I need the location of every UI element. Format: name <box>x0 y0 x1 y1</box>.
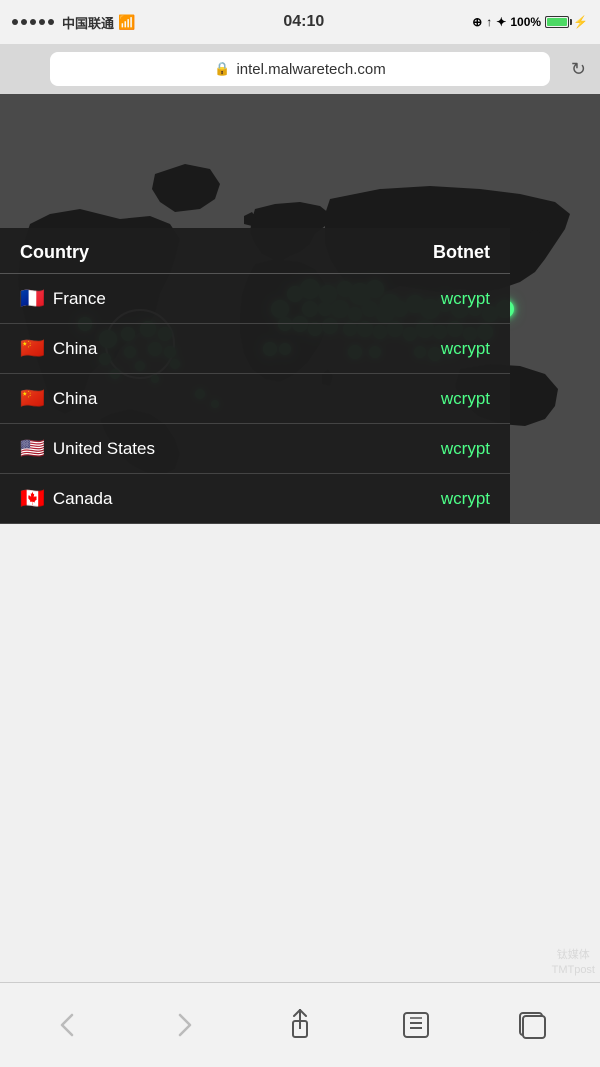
reload-button[interactable]: ↻ <box>571 59 586 80</box>
row-country: 🇺🇸 United States <box>20 436 340 461</box>
country-name: France <box>53 289 106 309</box>
tabs-button[interactable] <box>502 1000 562 1050</box>
country-name: United States <box>53 439 155 459</box>
row-botnet: wcrypt <box>340 439 490 459</box>
row-botnet: wcrypt <box>340 339 490 359</box>
url-input[interactable]: 🔒 intel.malwaretech.com <box>50 52 550 86</box>
share-icon <box>287 1009 313 1041</box>
table-body: 🇫🇷 France wcrypt 🇨🇳 China wcrypt 🇨🇳 Chin… <box>0 274 510 524</box>
table-row[interactable]: 🇺🇸 United States wcrypt <box>0 424 510 474</box>
table-row[interactable]: 🇫🇷 France wcrypt <box>0 274 510 324</box>
country-name: China <box>53 389 97 409</box>
flag-icon: 🇨🇳 <box>20 386 45 411</box>
status-right: ⊕ ↑ ✦ 100% ⚡ <box>472 15 588 29</box>
row-country: 🇫🇷 France <box>20 286 340 311</box>
botnet-table: Country Botnet 🇫🇷 France wcrypt 🇨🇳 China… <box>0 228 510 524</box>
flag-icon: 🇫🇷 <box>20 286 45 311</box>
lock-icon: 🔒 <box>214 61 230 77</box>
flag-icon: 🇨🇦 <box>20 486 45 511</box>
address-bar: 🔒 intel.malwaretech.com ↻ <box>0 44 600 94</box>
content-area <box>0 524 600 982</box>
status-left: 中国联通 📶 <box>12 13 135 32</box>
url-text: intel.malwaretech.com <box>236 61 385 78</box>
row-country: 🇨🇦 Canada <box>20 486 340 511</box>
battery-percent: 100% <box>510 15 541 29</box>
flag-icon: 🇺🇸 <box>20 436 45 461</box>
bookmarks-button[interactable] <box>386 1000 446 1050</box>
table-row[interactable]: 🇨🇳 China wcrypt <box>0 324 510 374</box>
flag-icon: 🇨🇳 <box>20 336 45 361</box>
row-botnet: wcrypt <box>340 489 490 509</box>
watermark: 钛媒体TMTpost <box>552 948 595 977</box>
botnet-header: Botnet <box>340 242 490 263</box>
location-icon: ⊕ <box>472 15 482 29</box>
clock: 04:10 <box>283 13 324 31</box>
forward-icon <box>174 1011 194 1039</box>
back-button[interactable] <box>38 1000 98 1050</box>
map-container: Country Botnet 🇫🇷 France wcrypt 🇨🇳 China… <box>0 94 600 524</box>
table-header: Country Botnet <box>0 228 510 274</box>
row-botnet: wcrypt <box>340 289 490 309</box>
wifi-icon: 📶 <box>118 14 135 31</box>
bookmarks-icon <box>402 1011 430 1039</box>
charging-icon: ⚡ <box>573 15 588 29</box>
battery-icon <box>545 16 569 28</box>
row-country: 🇨🇳 China <box>20 336 340 361</box>
arrow-icon: ↑ <box>486 15 492 29</box>
country-name: China <box>53 339 97 359</box>
signal-dots <box>12 19 54 25</box>
table-row[interactable]: 🇨🇳 China wcrypt <box>0 374 510 424</box>
back-icon <box>58 1011 78 1039</box>
status-bar: 中国联通 📶 04:10 ⊕ ↑ ✦ 100% ⚡ <box>0 0 600 44</box>
browser-bar <box>0 982 600 1067</box>
country-header: Country <box>20 242 340 263</box>
row-botnet: wcrypt <box>340 389 490 409</box>
country-name: Canada <box>53 489 113 509</box>
table-row[interactable]: 🇨🇦 Canada wcrypt <box>0 474 510 524</box>
carrier-label: 中国联通 <box>62 13 114 32</box>
tabs-icon <box>518 1011 546 1039</box>
share-button[interactable] <box>270 1000 330 1050</box>
forward-button[interactable] <box>154 1000 214 1050</box>
row-country: 🇨🇳 China <box>20 386 340 411</box>
bluetooth-icon: ✦ <box>496 15 506 29</box>
